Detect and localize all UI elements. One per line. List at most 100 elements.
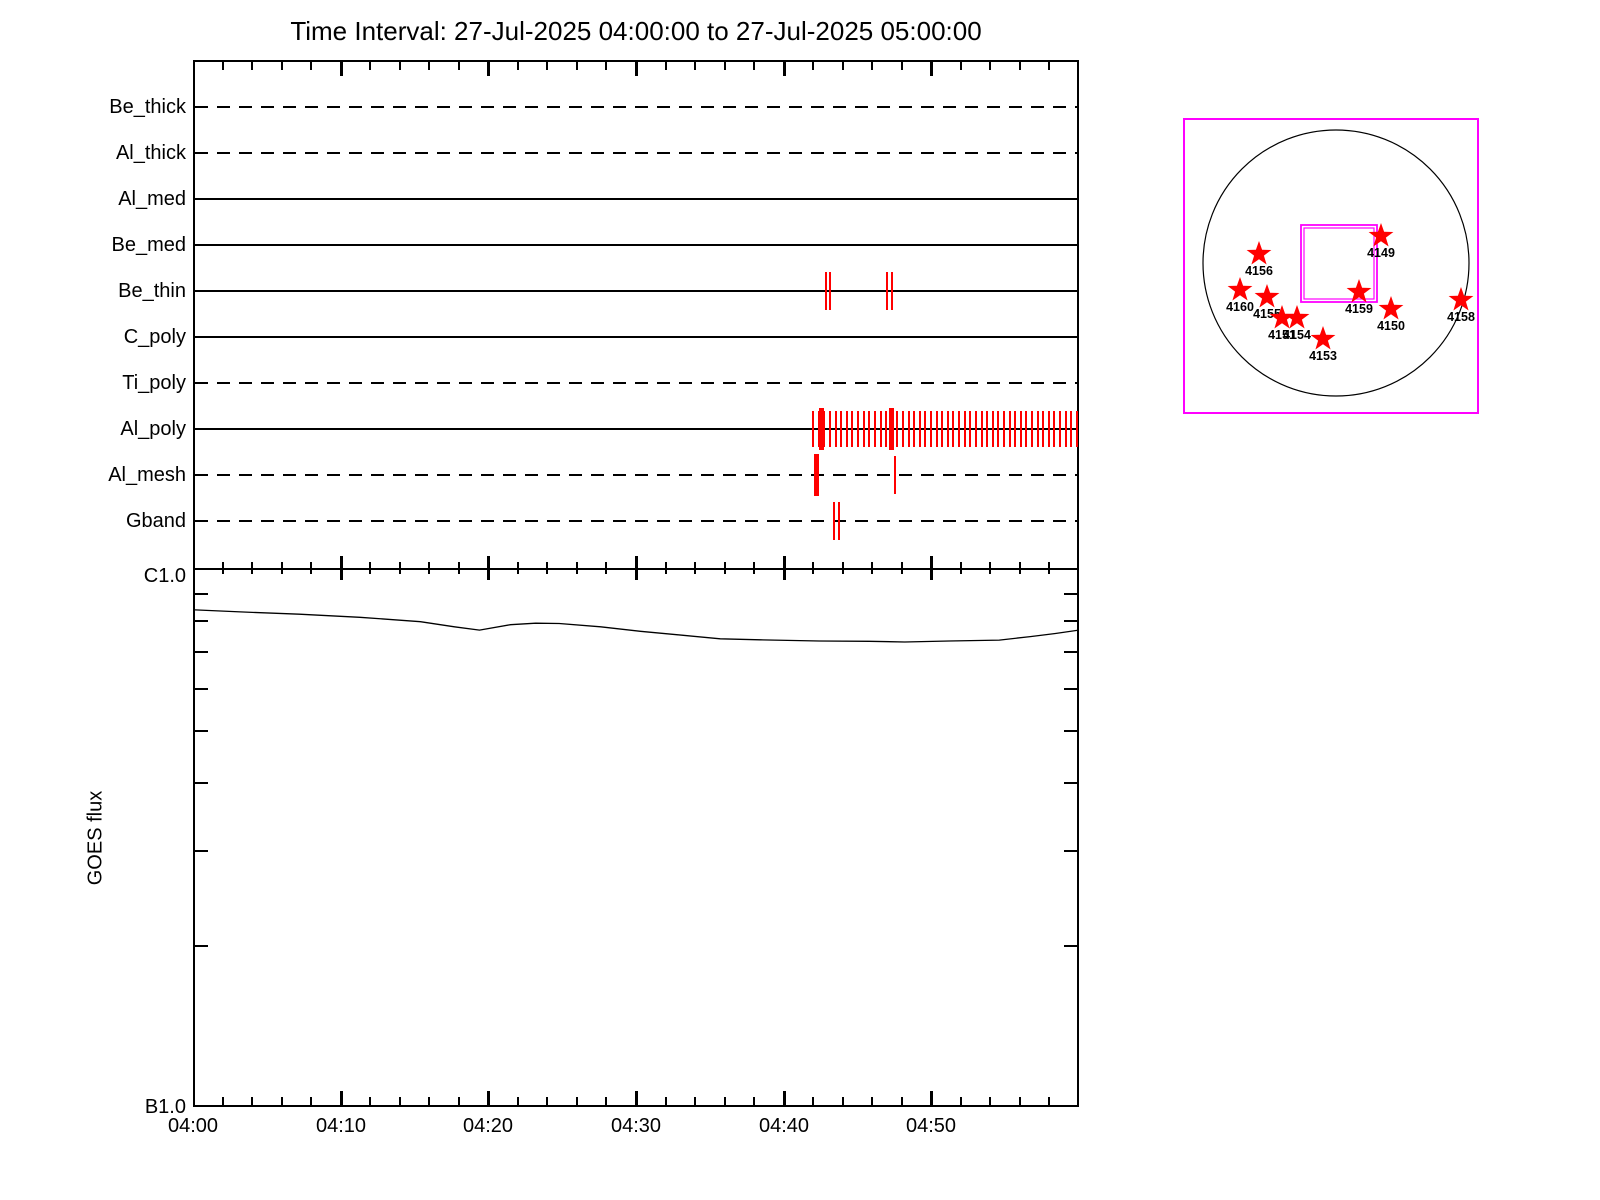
filter-line-Al_med [195,198,1077,200]
goes-log-tick-right [1064,945,1077,947]
goes-log-tick-right [1064,850,1077,852]
exposure-tick-Al_poly [941,411,943,447]
time-tick-bottom [1019,1097,1021,1105]
exposure-tick-Al_poly [1037,411,1039,447]
time-tick-middle [428,562,430,574]
exposure-tick-Al_poly [1048,411,1050,447]
time-tick-bottom [724,1097,726,1105]
exposure-tick-Al_poly [908,411,910,447]
goes-ymax-label: C1.0 [26,563,186,589]
time-tick-middle [960,562,962,574]
time-tick-bottom [812,1097,814,1105]
goes-log-tick-left [195,782,208,784]
active-region-star-4153 [1311,326,1336,350]
solar-disk-map: 4149415641604155415141544153415941504158 [1185,120,1477,412]
time-tick-bottom [605,1097,607,1105]
exposure-tick-Al_poly [1003,411,1005,447]
filter-label-Al_poly: Al_poly [26,416,186,442]
exposure-tick-Al_poly [981,411,983,447]
exposure-tick-Al_poly [1031,411,1033,447]
time-tick-bottom [960,1097,962,1105]
exposure-tick-Al_poly [857,411,859,447]
time-tick-top [960,62,962,70]
exposure-tick-Al_poly [952,411,954,447]
time-tick-top [871,62,873,70]
time-tick-middle [458,562,460,574]
time-tick-middle [546,562,548,574]
exposure-tick-Al_poly [947,411,949,447]
goes-flux-curve [195,570,1077,1105]
exposure-tick-Al_poly [992,411,994,447]
time-tick-bottom [281,1097,283,1105]
goes-log-tick-right [1064,782,1077,784]
time-tick-bottom [665,1097,667,1105]
time-tick-bottom [930,1091,933,1105]
time-label-04:20: 04:20 [443,1114,533,1138]
filter-label-Al_mesh: Al_mesh [26,462,186,488]
goes-log-tick-left [195,620,208,622]
time-tick-middle [635,556,638,580]
time-tick-bottom [428,1097,430,1105]
goes-log-tick-right [1064,593,1077,595]
exposure-tick-Be_thin [891,272,893,310]
time-tick-middle [487,556,490,580]
time-tick-middle [901,562,903,574]
exposure-tick-Al_poly [919,411,921,447]
filter-label-Ti_poly: Ti_poly [26,370,186,396]
time-tick-top [546,62,548,70]
time-label-04:50: 04:50 [886,1114,976,1138]
time-label-04:00: 04:00 [148,1114,238,1138]
time-tick-middle [340,556,343,580]
exposure-tick-Al_poly [964,411,966,447]
time-tick-bottom [783,1091,786,1105]
time-tick-bottom [842,1097,844,1105]
time-tick-middle [1048,562,1050,574]
time-tick-bottom [399,1097,401,1105]
goes-log-tick-left [195,593,208,595]
time-tick-top [399,62,401,70]
active-region-star-4156 [1247,241,1272,265]
filter-line-Be_thick [195,106,1077,108]
time-tick-top [487,62,490,76]
exposure-tick-Al_poly [874,411,876,447]
filter-label-Be_med: Be_med [26,232,186,258]
time-tick-middle [930,556,933,580]
active-region-label-4160: 4160 [1226,300,1254,314]
filter-label-Gband: Gband [26,508,186,534]
time-tick-bottom [251,1097,253,1105]
active-region-label-4159: 4159 [1345,302,1373,316]
time-tick-bottom [369,1097,371,1105]
time-tick-bottom [487,1091,490,1105]
exposure-tick-Al_poly [1053,411,1055,447]
time-tick-top [310,62,312,70]
active-region-label-4154: 4154 [1283,328,1311,342]
time-tick-middle [605,562,607,574]
xrt-observation-summary-plot: Time Interval: 27-Jul-2025 04:00:00 to 2… [0,0,1600,1200]
time-tick-middle [724,562,726,574]
exposure-tick-Al_mesh [894,456,896,494]
time-tick-middle [665,562,667,574]
active-region-star-4160 [1228,277,1253,301]
filter-line-Al_mesh [195,474,1077,476]
goes-log-tick-left [195,730,208,732]
time-tick-middle [281,562,283,574]
exposure-tick-Al_poly [930,411,932,447]
goes-log-tick-right [1064,688,1077,690]
time-tick-bottom [517,1097,519,1105]
filter-line-Al_thick [195,152,1077,154]
time-tick-bottom [871,1097,873,1105]
time-tick-bottom [340,1091,343,1105]
time-tick-top [665,62,667,70]
goes-log-tick-left [195,850,208,852]
time-tick-bottom [753,1097,755,1105]
time-tick-middle [310,562,312,574]
time-tick-top [753,62,755,70]
time-tick-top [458,62,460,70]
time-tick-middle [222,562,224,574]
time-tick-bottom [310,1097,312,1105]
time-tick-middle [1019,562,1021,574]
time-tick-top [369,62,371,70]
time-tick-bottom [546,1097,548,1105]
exposure-tick-Al_poly [986,411,988,447]
time-tick-bottom [1048,1097,1050,1105]
